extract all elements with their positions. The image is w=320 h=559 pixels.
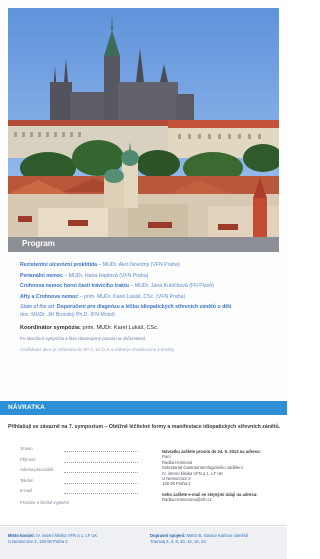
transport-line: Tramvaj 3, 4, 6, 10, 14, 16, 24 xyxy=(150,538,206,544)
form-field-surname[interactable]: Příjmení xyxy=(20,457,138,468)
address-line: 128 08 Praha 2 xyxy=(162,481,191,487)
return-address: Návratku zašlete prosím do 24. 5. 2013 n… xyxy=(162,449,280,503)
form-field-name[interactable]: Jméno xyxy=(20,446,138,457)
footer: Místo konání: IV. interní klinika VFN a … xyxy=(0,527,287,559)
program-item: Crohnova nemoc horní části trávicího tra… xyxy=(20,283,272,291)
talk-title: Crohnova nemoc horní části trávicího tra… xyxy=(20,283,129,290)
talk-speaker: – prim. MUDr. Karel Lukáš, CSc. (VFN Pra… xyxy=(78,293,186,300)
program-list: Rezistentní ulcerózní proktitida – MUDr.… xyxy=(20,262,272,354)
talk-title-prefix: State of the art: xyxy=(20,304,57,311)
coordinator: Koordinátor sympózia: prim. MUDr. Karel … xyxy=(20,325,272,333)
program-heading: Program xyxy=(22,239,55,248)
talk-title: Rezistentní ulcerózní proktitida xyxy=(20,262,97,268)
form-field-workplace[interactable]: Adresa pracoviště xyxy=(20,467,138,478)
leaflet-page: Program Rezistentní ulcerózní proktitida… xyxy=(0,0,287,559)
return-slip: Přihlašuji se závazně na 7. sympozium – … xyxy=(0,415,287,526)
fill-line xyxy=(64,451,138,452)
return-slip-heading-band: NÁVRATKA xyxy=(0,401,287,415)
coordinator-name: prim. MUDr. Karel Lukáš, CSc. xyxy=(80,324,159,331)
return-slip-heading: NÁVRATKA xyxy=(8,404,45,411)
venue-line: IV. interní klinika VFN a 1. LF UK xyxy=(35,533,98,538)
form-note: Prosíme o čitelné vyplnění xyxy=(20,499,70,505)
transport-label: Dopravní spojení: xyxy=(150,533,186,538)
refreshment-note: Po skončení sympózia a fáze dotazujeme p… xyxy=(20,336,147,342)
field-label: E-mail xyxy=(20,488,32,493)
talk-title: Doporučení pro diagnózu a léčbu idiopati… xyxy=(56,304,232,311)
program-item: Perianální nemoc – MUDr. Hana Hajdová (V… xyxy=(20,273,272,281)
talk-speaker: doc. MUDr. Jiří Bronský Ph.D. (FN Motol) xyxy=(20,311,115,318)
contact-email[interactable]: Radka.Hotmonova@vfn.cz xyxy=(162,497,280,502)
talk-speaker: – MUDr. Hana Hajdová (VFN Praha) xyxy=(62,272,149,279)
fill-line xyxy=(64,472,138,473)
coordinator-label: Koordinátor sympózia: xyxy=(20,324,81,331)
program-item: State of the art: Doporučení pro diagnóz… xyxy=(20,304,272,319)
fill-line xyxy=(64,461,138,463)
venue-label: Místo konání: xyxy=(8,533,35,538)
form-field-phone[interactable]: Telefon xyxy=(20,478,138,489)
talk-speaker: – MUDr. Aleš Novotný (VFN Praha) xyxy=(96,262,180,268)
fill-line xyxy=(64,482,138,484)
fill-line xyxy=(64,493,138,494)
field-label: Telefon xyxy=(20,477,34,483)
talk-speaker: – MUDr. Jana Kubíčková (FN Plzeň) xyxy=(128,283,215,290)
prague-castle-photo xyxy=(8,8,279,239)
transport-info: Dopravní spojení: Metro B, stanice Karlo… xyxy=(150,533,282,544)
venue-line: U Nemocnice 2, 128 08 Praha 2 xyxy=(8,538,68,544)
field-label: Příjmení xyxy=(20,456,36,462)
talk-title: Perianální nemoc xyxy=(20,272,63,279)
program-heading-band: Program xyxy=(8,237,279,252)
form-field-email[interactable]: E-mail xyxy=(20,488,138,499)
program-item: Afty a Crohnova nemoc – prim. MUDr. Kare… xyxy=(20,294,272,302)
field-label: Adresa pracoviště xyxy=(20,467,54,472)
transport-line: Metro B, stanice Karlovo náměstí xyxy=(185,533,249,538)
credits-note: Vzdělávací akce je zařazena do SP 2, 16 … xyxy=(20,347,175,353)
venue-info: Místo konání: IV. interní klinika VFN a … xyxy=(8,533,138,544)
field-label: Jméno xyxy=(20,446,33,451)
registration-form: Jméno Příjmení Adresa pracoviště Telefon… xyxy=(20,446,138,505)
program-item: Rezistentní ulcerózní proktitida – MUDr.… xyxy=(20,262,272,270)
talk-title: Afty a Crohnova nemoc xyxy=(20,293,79,300)
registration-statement: Přihlašuji se závazně na 7. sympozium – … xyxy=(8,424,281,430)
